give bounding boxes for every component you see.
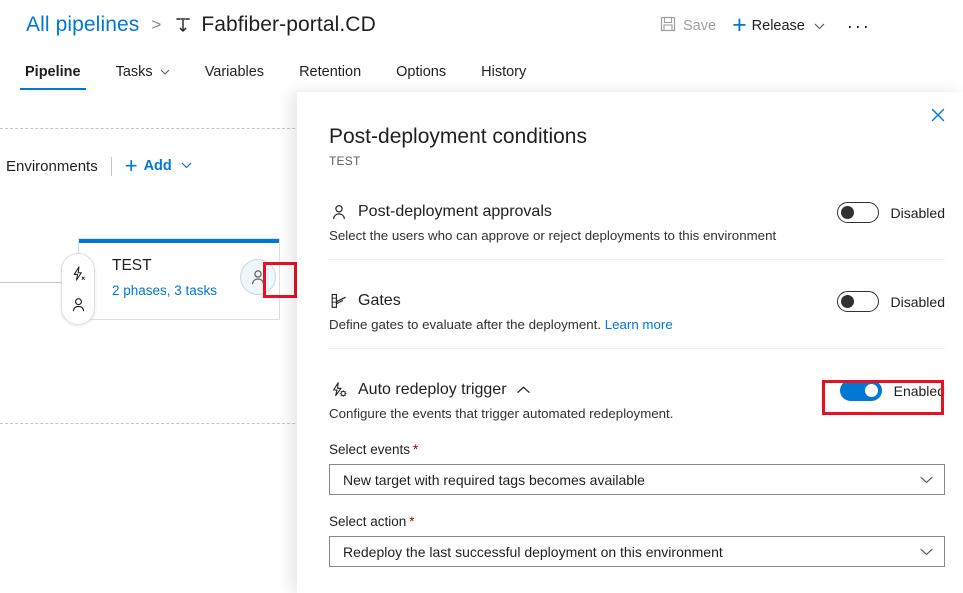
post-deployment-conditions-panel: Post-deployment conditions TEST Post-dep… (297, 92, 963, 593)
save-label: Save (683, 18, 716, 34)
tab-pipeline[interactable]: Pipeline (20, 64, 86, 90)
required-marker: * (413, 442, 418, 457)
environment-card-test[interactable]: TEST 2 phases, 3 tasks (78, 238, 280, 320)
post-deployment-conditions-button[interactable] (240, 259, 276, 295)
release-label: Release (752, 18, 805, 34)
panel-title: Post-deployment conditions (329, 125, 587, 149)
environment-card-pre-conditions (61, 253, 95, 325)
tab-retention[interactable]: Retention (294, 64, 366, 90)
section-description: Define gates to evaluate after the deplo… (329, 316, 945, 334)
environment-card-accent-bar (79, 239, 279, 243)
plus-icon: + (125, 155, 138, 177)
breadcrumb-separator: > (151, 15, 161, 35)
toggle-state-label: Disabled (891, 205, 945, 221)
chevron-down-icon (160, 66, 170, 78)
person-icon (329, 202, 349, 222)
plus-icon: + (732, 13, 747, 38)
close-icon[interactable] (925, 102, 951, 128)
select-events-dropdown[interactable]: New target with required tags becomes av… (329, 464, 945, 495)
field-label: Select events* (329, 442, 945, 457)
toggle-state-label: Enabled (894, 383, 945, 399)
select-events-value: New target with required tags becomes av… (343, 472, 645, 488)
learn-more-link[interactable]: Learn more (605, 317, 673, 332)
canvas-divider-bottom (0, 423, 300, 424)
chevron-down-icon (920, 545, 933, 559)
chevron-down-icon[interactable] (814, 18, 825, 34)
select-action-label: Select action (329, 514, 406, 529)
tab-history-label: History (481, 64, 526, 80)
environments-header: Environments + Add (6, 154, 192, 178)
environment-card-subtitle[interactable]: 2 phases, 3 tasks (112, 283, 217, 298)
auto-redeploy-trigger-toggle[interactable] (840, 380, 882, 401)
tab-options[interactable]: Options (391, 64, 451, 90)
required-marker: * (409, 514, 414, 529)
section-description: Select the users who can approve or reje… (329, 227, 945, 245)
panel-subtitle: TEST (329, 154, 360, 168)
section-label: Auto redeploy trigger (358, 381, 507, 399)
auto-redeploy-icon (329, 380, 349, 400)
select-action-value: Redeploy the last successful deployment … (343, 544, 723, 560)
release-button[interactable]: + Release (732, 12, 825, 40)
tab-options-label: Options (396, 64, 446, 80)
tab-history[interactable]: History (476, 64, 531, 90)
pipeline-icon (172, 14, 194, 36)
add-environment-button[interactable]: + Add (125, 155, 192, 177)
field-label: Select action* (329, 514, 945, 529)
breadcrumb-all-pipelines-link[interactable]: All pipelines (26, 13, 139, 37)
section-auto-redeploy-trigger: Auto redeploy trigger Enabled Configure … (329, 380, 945, 423)
section-post-deployment-approvals: Post-deployment approvals Disabled Selec… (329, 202, 945, 245)
section-label: Gates (358, 292, 401, 310)
save-button[interactable]: Save (660, 12, 716, 40)
select-events-label: Select events (329, 442, 410, 457)
auto-redeploy-toggle-wrap: Enabled (840, 380, 945, 401)
tab-retention-label: Retention (299, 64, 361, 80)
canvas-divider-top (0, 128, 300, 129)
add-environment-label: Add (144, 158, 172, 174)
page-title: Fabfiber-portal.CD (201, 13, 376, 37)
section-description: Configure the events that trigger automa… (329, 405, 945, 423)
pipeline-connector-line (0, 282, 66, 283)
post-deployment-approvals-toggle-wrap: Disabled (837, 202, 945, 223)
environment-card-name: TEST (112, 257, 152, 275)
more-options-button[interactable]: ··· (847, 16, 871, 37)
tab-tasks[interactable]: Tasks (111, 64, 175, 90)
tab-pipeline-label: Pipeline (25, 64, 81, 80)
gates-description-text: Define gates to evaluate after the deplo… (329, 317, 601, 332)
header-divider (111, 157, 112, 176)
toolbar: Save + Release ··· (660, 12, 871, 40)
section-divider-2 (329, 348, 945, 349)
pipeline-canvas: Environments + Add TEST 2 phases, 3 task… (0, 92, 300, 593)
select-action-dropdown[interactable]: Redeploy the last successful deployment … (329, 536, 945, 567)
tab-variables-label: Variables (205, 64, 264, 80)
section-label: Post-deployment approvals (358, 203, 552, 221)
section-divider-1 (329, 259, 945, 260)
breadcrumb: All pipelines > Fabfiber-portal.CD (26, 9, 376, 41)
environments-label: Environments (6, 158, 98, 175)
lightning-bolt-icon[interactable] (68, 264, 88, 284)
tab-tasks-label: Tasks (116, 64, 153, 80)
post-deployment-approvals-toggle[interactable] (837, 202, 879, 223)
tab-bar: Pipeline Tasks Variables Retention Optio… (20, 56, 556, 90)
field-select-events: Select events* New target with required … (329, 442, 945, 495)
section-gates: Gates Disabled Define gates to evaluate … (329, 291, 945, 334)
save-disk-icon (660, 16, 676, 36)
gates-toggle[interactable] (837, 291, 879, 312)
gates-toggle-wrap: Disabled (837, 291, 945, 312)
person-icon (249, 268, 267, 286)
person-icon[interactable] (68, 295, 88, 315)
chevron-down-icon (920, 473, 933, 487)
field-select-action: Select action* Redeploy the last success… (329, 514, 945, 567)
chevron-up-icon[interactable] (517, 383, 530, 397)
tab-variables[interactable]: Variables (200, 64, 269, 90)
gate-icon (329, 291, 349, 311)
toggle-state-label: Disabled (891, 294, 945, 310)
chevron-down-icon[interactable] (181, 160, 192, 172)
